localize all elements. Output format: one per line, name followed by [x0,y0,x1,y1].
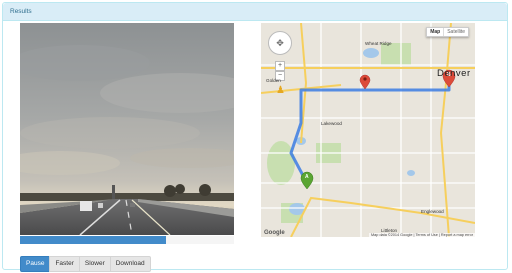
slower-button[interactable]: Slower [78,256,111,272]
city-label-englewood: Englewood [421,209,444,214]
google-logo: Google [264,230,285,236]
pegman-icon[interactable]: ♟ [276,85,285,96]
zoom-in-button[interactable]: + [275,61,285,71]
playback-controls: Pause Faster Slower Download [20,256,151,272]
progress-fill [20,236,166,244]
city-label-golden: Golden [266,78,281,83]
faster-button[interactable]: Faster [49,256,80,272]
city-label-wheat-ridge: Wheat Ridge [365,41,392,46]
panel-title: Results [3,3,507,21]
playback-progress-bar[interactable] [20,236,234,244]
download-button[interactable]: Download [109,256,151,272]
map-type-control[interactable]: Map Satellite [426,27,469,37]
city-label-lakewood: Lakewood [321,121,342,126]
start-marker-label[interactable]: A [305,174,309,180]
route-map[interactable]: A B ✥ + − ♟ Map Satellite Denver Lakewoo… [261,23,475,237]
map-type-satellite[interactable]: Satellite [443,28,468,36]
street-view-image [20,23,234,235]
map-type-map[interactable]: Map [427,28,443,36]
city-label-denver: Denver [437,68,471,79]
pause-button[interactable]: Pause [20,256,51,272]
map-attribution[interactable]: Map data ©2014 Google | Terms of Use | R… [369,233,475,237]
pan-arrows-icon[interactable]: ✥ [268,31,292,55]
